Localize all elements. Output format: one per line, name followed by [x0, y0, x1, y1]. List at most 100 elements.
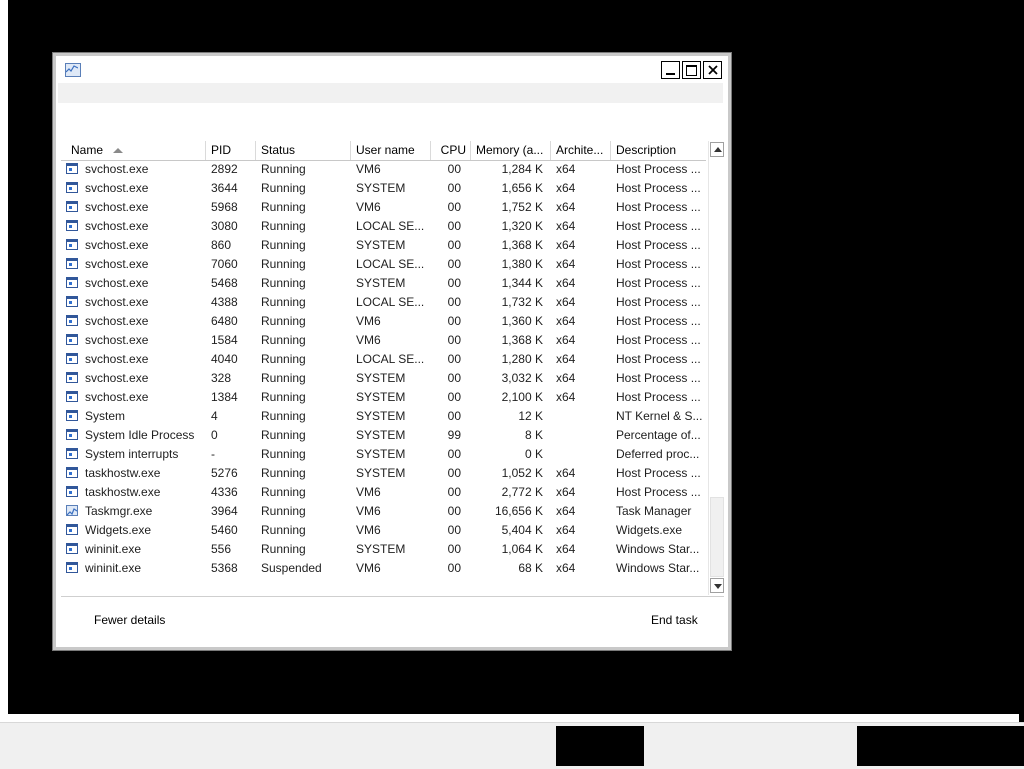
sort-ascending-icon: [113, 148, 123, 153]
table-row[interactable]: Widgets.exe 5460 Running VM6 00 5,404 K x64 Wid…: [61, 521, 706, 540]
cell-memory: 68 K: [518, 561, 543, 575]
cell-arch: x64: [556, 390, 576, 404]
cell-user: LOCAL SE...: [356, 219, 425, 233]
cell-name: Widgets.exe: [85, 523, 152, 537]
cell-pid: 3080: [211, 219, 238, 233]
cell-user: VM6: [356, 200, 381, 214]
cell-status: Running: [261, 542, 306, 556]
cell-name: svchost.exe: [85, 257, 149, 271]
table-row[interactable]: System 4 Running SYSTEM 00 12 K NT Kernel & S.…: [61, 407, 706, 426]
table-row[interactable]: taskhostw.exe 5276 Running SYSTEM 00 1,052 K x…: [61, 464, 706, 483]
cell-arch: x64: [556, 333, 576, 347]
cell-description: Host Process ...: [616, 238, 701, 252]
cell-name: taskhostw.exe: [85, 466, 161, 480]
taskbar-button[interactable]: [556, 726, 644, 766]
table-row[interactable]: svchost.exe 2892 Running VM6 00 1,284 K x64 Hos…: [61, 160, 706, 179]
cell-status: Running: [261, 447, 306, 461]
cell-description: Host Process ...: [616, 485, 701, 499]
column-header-cpu[interactable]: CPU: [431, 141, 471, 160]
cell-arch: [556, 426, 608, 445]
column-header-user[interactable]: User name: [351, 141, 431, 160]
cell-arch: x64: [556, 314, 576, 328]
table-row[interactable]: svchost.exe 7060 Running LOCAL SE... 00 1,380…: [61, 255, 706, 274]
cell-description: Windows Star...: [616, 561, 700, 575]
cell-name: svchost.exe: [85, 333, 149, 347]
cell-status: Running: [261, 238, 306, 252]
cell-memory: 1,052 K: [501, 466, 543, 480]
column-header-name[interactable]: Name: [61, 141, 206, 160]
table-row[interactable]: svchost.exe 3080 Running LOCAL SE... 00 1,320…: [61, 217, 706, 236]
cell-description: Host Process ...: [616, 314, 701, 328]
cell-memory: 1,752 K: [501, 200, 543, 214]
cell-status: Running: [261, 314, 306, 328]
column-header-pid[interactable]: PID: [206, 141, 256, 160]
table-row[interactable]: svchost.exe 5968 Running VM6 00 1,752 K x64 Hos…: [61, 198, 706, 217]
cell-status: Running: [261, 181, 306, 195]
system-icon: [66, 448, 78, 459]
close-button[interactable]: [703, 61, 722, 79]
cell-cpu: 00: [447, 542, 461, 556]
table-row[interactable]: System Idle Process 0 Running SYSTEM 99 8 K Pe…: [61, 426, 706, 445]
maximize-button[interactable]: [682, 61, 701, 79]
cell-arch: x64: [556, 523, 576, 537]
column-header-description[interactable]: Description: [611, 141, 706, 160]
service-icon: [66, 524, 78, 535]
minimize-button[interactable]: [661, 61, 680, 79]
cell-name: System: [85, 409, 126, 423]
table-row[interactable]: System interrupts - Running SYSTEM 00 0 K Defe…: [61, 445, 706, 464]
arrow-up-icon: [714, 147, 722, 152]
title-bar[interactable]: [58, 59, 723, 81]
end-task-button[interactable]: End task: [651, 613, 698, 627]
cell-description: Host Process ...: [616, 219, 701, 233]
table-row[interactable]: svchost.exe 6480 Running VM6 00 1,360 K x64 Hos…: [61, 312, 706, 331]
cell-description: Host Process ...: [616, 371, 701, 385]
cell-user: VM6: [356, 561, 381, 575]
cell-user: SYSTEM: [356, 371, 406, 385]
cell-status: Running: [261, 466, 306, 480]
table-row[interactable]: svchost.exe 1584 Running VM6 00 1,368 K x64 Hos…: [61, 331, 706, 350]
scrollbar-thumb[interactable]: [710, 497, 724, 577]
cell-name: svchost.exe: [85, 181, 149, 195]
cell-arch: x64: [556, 219, 576, 233]
table-row[interactable]: svchost.exe 860 Running SYSTEM 00 1,368 K x64 H…: [61, 236, 706, 255]
table-row[interactable]: svchost.exe 4040 Running LOCAL SE... 00 1,280…: [61, 350, 706, 369]
cell-status: Running: [261, 333, 306, 347]
taskbar-tray[interactable]: [857, 726, 1024, 766]
table-row[interactable]: wininit.exe 5368 Suspended VM6 00 68 K x64 Wind…: [61, 559, 706, 578]
menu-bar: [58, 83, 723, 103]
cell-pid: 4388: [211, 295, 238, 309]
cell-description: Host Process ...: [616, 181, 701, 195]
service-icon: [66, 353, 78, 364]
scroll-down-button[interactable]: [710, 578, 724, 593]
cell-pid: 4: [211, 409, 218, 423]
table-row[interactable]: svchost.exe 4388 Running LOCAL SE... 00 1,732…: [61, 293, 706, 312]
cell-name: svchost.exe: [85, 371, 149, 385]
vertical-scrollbar[interactable]: [708, 141, 724, 595]
column-header-name-label: Name: [71, 143, 104, 157]
table-row[interactable]: taskhostw.exe 4336 Running VM6 00 2,772 K x64 H…: [61, 483, 706, 502]
cell-name: svchost.exe: [85, 295, 149, 309]
cell-user: VM6: [356, 314, 381, 328]
cell-user: VM6: [356, 523, 381, 537]
table-row[interactable]: svchost.exe 3644 Running SYSTEM 00 1,656 K x64…: [61, 179, 706, 198]
table-row[interactable]: svchost.exe 5468 Running SYSTEM 00 1,344 K x64…: [61, 274, 706, 293]
table-row[interactable]: svchost.exe 328 Running SYSTEM 00 3,032 K x64 H…: [61, 369, 706, 388]
table-row[interactable]: wininit.exe 556 Running SYSTEM 00 1,064 K x64 W…: [61, 540, 706, 559]
cell-user: SYSTEM: [356, 447, 406, 461]
fewer-details-link[interactable]: Fewer details: [94, 613, 165, 627]
column-header-status[interactable]: Status: [256, 141, 351, 160]
scroll-up-button[interactable]: [710, 142, 724, 157]
column-header-architecture[interactable]: Archite...: [551, 141, 611, 160]
cell-description: Host Process ...: [616, 200, 701, 214]
table-row[interactable]: svchost.exe 1384 Running SYSTEM 00 2,100 K x64…: [61, 388, 706, 407]
column-header-memory[interactable]: Memory (a...: [471, 141, 551, 160]
system-icon: [66, 410, 78, 421]
cell-pid: 4336: [211, 485, 238, 499]
table-row[interactable]: Taskmgr.exe 3964 Running VM6 00 16,656 K x64 Ta…: [61, 502, 706, 521]
cell-description: Percentage of...: [616, 428, 701, 442]
arrow-down-icon: [714, 584, 722, 589]
service-icon: [66, 201, 78, 212]
cell-name: svchost.exe: [85, 314, 149, 328]
cell-cpu: 00: [447, 162, 461, 176]
service-icon: [66, 277, 78, 288]
